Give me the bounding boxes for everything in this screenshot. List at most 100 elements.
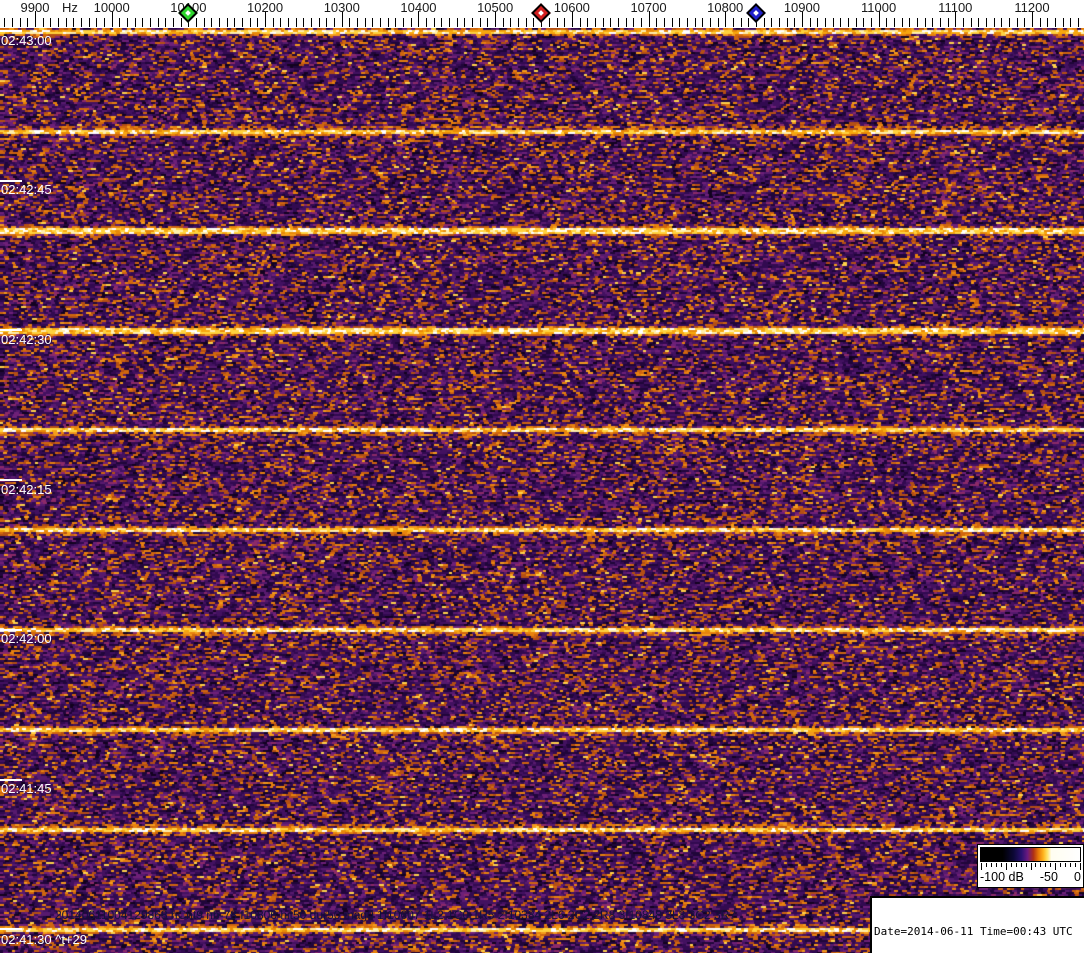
colorscale-tick bbox=[1025, 863, 1027, 867]
ruler-tick bbox=[909, 18, 911, 27]
ruler-tick bbox=[11, 18, 13, 27]
colorscale-tick bbox=[985, 863, 987, 867]
ruler-tick bbox=[1070, 18, 1072, 27]
ruler-tick bbox=[180, 18, 182, 27]
ruler-tick bbox=[847, 18, 849, 27]
ruler-tick bbox=[656, 18, 658, 27]
ruler-tick bbox=[978, 18, 980, 27]
ruler-tick bbox=[702, 18, 704, 27]
ruler-tick bbox=[1001, 18, 1003, 27]
ruler-tick bbox=[364, 18, 366, 27]
ruler-tick bbox=[840, 18, 842, 27]
ruler-tick bbox=[387, 18, 389, 27]
ruler-tick bbox=[993, 18, 995, 27]
ruler-tick bbox=[119, 18, 121, 27]
colorscale-tick bbox=[1045, 863, 1047, 867]
ruler-tick bbox=[732, 18, 734, 27]
time-label-bottom: 02:41:30 ^t+29 bbox=[1, 931, 87, 947]
ruler-tick bbox=[694, 18, 696, 27]
ruler-tick bbox=[464, 18, 466, 27]
ruler-frequency-label: 10600 bbox=[553, 0, 590, 15]
ruler-frequency-label: 10800 bbox=[707, 0, 744, 15]
cs-label-min: -100 dB bbox=[980, 870, 1024, 884]
cs-label-mid: -50 bbox=[1039, 870, 1058, 884]
ruler-tick bbox=[924, 18, 926, 27]
colorscale-tick bbox=[1060, 863, 1062, 867]
colorscale-tick bbox=[1070, 863, 1072, 867]
ruler-frequency-label: 11100 bbox=[938, 0, 973, 15]
ruler-tick bbox=[870, 18, 872, 27]
ruler-tick bbox=[127, 18, 129, 27]
ruler-tick bbox=[165, 18, 167, 27]
ruler-tick bbox=[318, 18, 320, 27]
ruler-tick bbox=[564, 18, 566, 27]
ruler-tick bbox=[479, 18, 481, 27]
ruler-tick bbox=[357, 18, 359, 27]
ruler-tick bbox=[1008, 18, 1010, 27]
ruler-tick bbox=[663, 18, 665, 27]
ruler-tick bbox=[288, 18, 290, 27]
ruler-frequency-label: 9900 bbox=[20, 0, 50, 15]
waterfall-display: 20140611004129868 hCnt9 nb-78 f10806 hit… bbox=[0, 28, 1084, 953]
ruler-tick bbox=[65, 18, 67, 27]
colorscale-tick bbox=[1015, 863, 1017, 867]
ruler-tick bbox=[778, 18, 780, 27]
ruler-tick bbox=[73, 18, 75, 27]
ruler-tick bbox=[150, 18, 152, 27]
colorscale-tick bbox=[1005, 863, 1007, 870]
ruler-tick bbox=[533, 18, 535, 27]
ruler-tick bbox=[96, 18, 98, 27]
ruler-frequency-label: 10300 bbox=[323, 0, 360, 15]
ruler-tick bbox=[441, 18, 443, 27]
ruler-tick bbox=[58, 18, 59, 27]
ruler-tick bbox=[679, 18, 681, 27]
ruler-tick bbox=[4, 18, 6, 27]
time-label: 02:42:15 bbox=[1, 481, 52, 497]
ruler-tick bbox=[863, 18, 865, 27]
ruler-tick bbox=[81, 18, 82, 27]
ruler-tick bbox=[617, 18, 619, 27]
ruler-tick bbox=[824, 18, 826, 27]
ruler-tick bbox=[1062, 18, 1064, 27]
colorscale-tick bbox=[1020, 863, 1022, 867]
colorscale-tick bbox=[1075, 863, 1077, 867]
ruler-tick bbox=[1024, 18, 1026, 27]
ruler-tick bbox=[1016, 18, 1018, 27]
ruler-tick bbox=[817, 18, 819, 27]
ruler-frequency-label: 10000 bbox=[93, 0, 130, 15]
ruler-tick bbox=[610, 18, 612, 27]
ruler-tick bbox=[403, 18, 405, 27]
ruler-tick bbox=[27, 18, 29, 27]
ruler-tick bbox=[311, 18, 313, 27]
ruler-tick bbox=[50, 18, 52, 27]
ruler-tick bbox=[42, 18, 44, 27]
colorscale-tick bbox=[1080, 863, 1081, 870]
ruler-tick bbox=[19, 18, 21, 27]
ruler-tick bbox=[970, 18, 972, 27]
ruler-tick bbox=[740, 18, 742, 27]
ruler-tick bbox=[142, 18, 144, 27]
ruler-tick bbox=[249, 18, 251, 27]
ruler-tick bbox=[449, 18, 451, 27]
ruler-tick bbox=[771, 18, 773, 27]
ruler-tick bbox=[518, 18, 520, 27]
ruler-tick bbox=[334, 18, 336, 27]
ruler-tick bbox=[303, 18, 305, 27]
time-label: 02:41:45 bbox=[1, 781, 52, 796]
ruler-tick bbox=[579, 18, 581, 27]
ruler-tick bbox=[709, 18, 711, 27]
ruler-tick bbox=[640, 18, 642, 27]
ruler-tick bbox=[372, 18, 374, 27]
ruler-tick bbox=[671, 18, 673, 27]
color-gradient-bar bbox=[980, 847, 1081, 862]
ruler-frequency-label: 11200 bbox=[1014, 0, 1050, 15]
ruler-tick bbox=[794, 18, 796, 27]
ruler-tick bbox=[901, 18, 903, 27]
time-tick bbox=[0, 928, 22, 931]
time-label: 02:42:45 bbox=[1, 182, 52, 198]
ruler-tick bbox=[219, 18, 221, 27]
ruler-frequency-label: 10900 bbox=[783, 0, 820, 15]
colorscale-tick bbox=[1000, 863, 1002, 867]
ruler-tick bbox=[410, 18, 412, 27]
ruler-tick bbox=[157, 18, 159, 27]
